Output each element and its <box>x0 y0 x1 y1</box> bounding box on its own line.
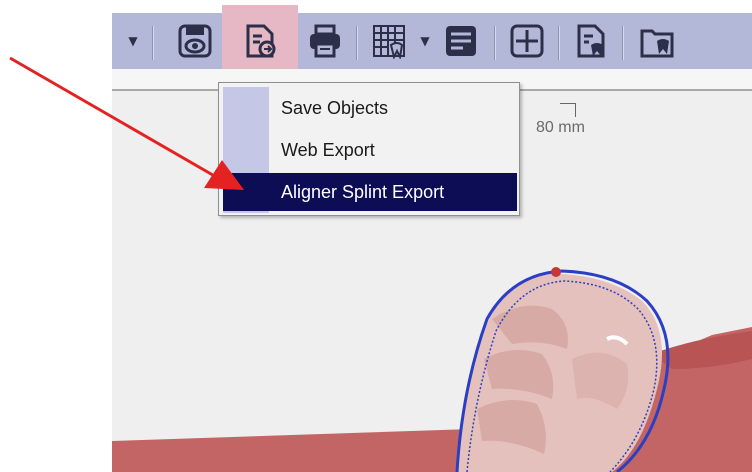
annotation-arrow <box>9 56 244 190</box>
arrow-shaft <box>9 56 219 180</box>
